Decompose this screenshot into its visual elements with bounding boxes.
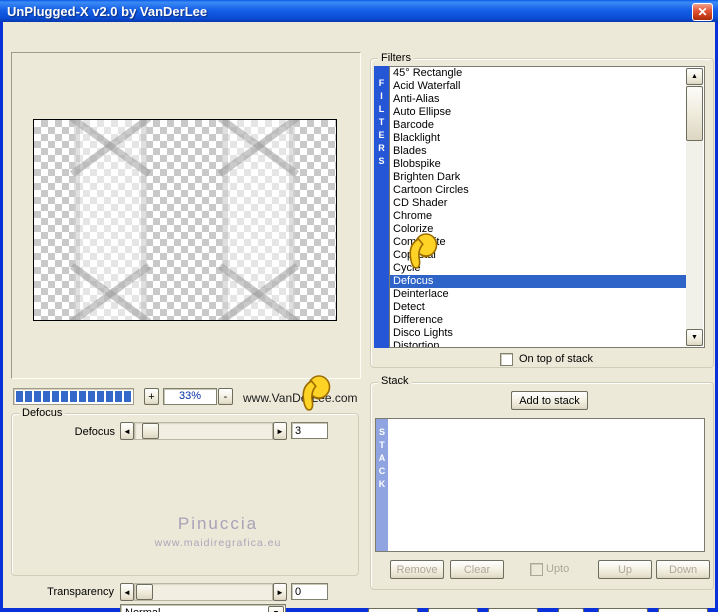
defocus-arrow-left[interactable]: ◄ <box>120 422 134 440</box>
filter-list-item[interactable]: CD Shader <box>390 197 687 210</box>
filters-side-label: FILTERS <box>378 78 385 166</box>
transparency-slider-thumb[interactable] <box>136 584 153 600</box>
blend-mode-dropdown[interactable]: Normal ▼ <box>120 604 286 612</box>
filter-list-item[interactable]: Distortion <box>390 340 687 347</box>
filter-list-item[interactable]: Acid Waterfall <box>390 80 687 93</box>
defocus-group-label: Defocus <box>19 407 66 419</box>
transparency-slider-track[interactable] <box>134 583 273 601</box>
save-button[interactable]: Save <box>428 608 478 612</box>
filter-list-item[interactable]: Deinterlace <box>390 288 687 301</box>
zoom-out-button[interactable]: - <box>218 388 233 405</box>
transparency-slider-label: Transparency <box>47 586 114 598</box>
open-button[interactable]: Open <box>368 608 418 612</box>
filter-list-item[interactable]: Defocus <box>390 275 687 288</box>
upto-label: Upto <box>546 563 570 575</box>
filter-list-item[interactable]: Blades <box>390 145 687 158</box>
dialog-content: + 33% - www.VanDerLee.com Defocus Defocu… <box>3 22 715 612</box>
clear-button[interactable]: Clear <box>450 560 504 579</box>
blend-mode-value: Normal <box>125 607 160 612</box>
scroll-up-icon[interactable]: ▲ <box>686 68 703 85</box>
titlebar[interactable]: UnPlugged-X v2.0 by VanDerLee ✕ <box>0 0 718 22</box>
add-to-stack-button[interactable]: Add to stack <box>511 391 588 410</box>
up-button[interactable]: Up <box>598 560 652 579</box>
filters-group-label: Filters <box>378 52 414 64</box>
on-top-of-stack-checkbox[interactable] <box>500 353 513 366</box>
defocus-slider-track[interactable] <box>134 422 273 440</box>
filters-side-bar: FILTERS <box>374 66 389 348</box>
progress-bar <box>13 388 134 405</box>
window-title: UnPlugged-X v2.0 by VanDerLee <box>7 3 208 19</box>
ok-button[interactable]: OK <box>658 608 708 612</box>
filter-list[interactable]: 45° Rectangle Acid Waterfall Anti-Alias Aut… <box>389 66 705 348</box>
filter-list-item[interactable]: Cartoon Circles <box>390 184 687 197</box>
filter-list-scrollbar[interactable]: ▲ ▼ <box>686 68 703 346</box>
close-icon[interactable]: ✕ <box>692 3 713 21</box>
on-top-of-stack-label: On top of stack <box>519 353 593 365</box>
pointing-hand-icon <box>409 233 438 269</box>
delete-button[interactable]: Delete <box>488 608 538 612</box>
help-button[interactable]: ? <box>558 608 584 612</box>
chevron-down-icon[interactable]: ▼ <box>268 606 284 612</box>
scrollbar-thumb[interactable] <box>686 86 703 141</box>
filter-list-item[interactable]: Blacklight <box>390 132 687 145</box>
filter-list-item[interactable]: Difference <box>390 314 687 327</box>
filter-list-item[interactable]: Detect <box>390 301 687 314</box>
pointing-hand-icon <box>302 375 331 411</box>
preview-panel <box>11 52 361 379</box>
upto-checkbox[interactable] <box>530 563 543 576</box>
filter-list-item[interactable]: Disco Lights <box>390 327 687 340</box>
watermark-site: www.maidiregrafica.eu <box>154 537 282 549</box>
filter-list-item[interactable]: Brighten Dark <box>390 171 687 184</box>
transparency-value-input[interactable] <box>291 583 328 600</box>
preview-image[interactable] <box>33 119 337 321</box>
filter-list-item[interactable]: Anti-Alias <box>390 93 687 106</box>
zoom-level: 33% <box>163 388 217 405</box>
defocus-slider-label: Defocus <box>74 426 115 438</box>
filter-list-item[interactable]: 45° Rectangle <box>390 67 687 80</box>
cancel-button[interactable]: Cancel <box>598 608 648 612</box>
filter-list-item[interactable]: Blobspike <box>390 158 687 171</box>
stack-side-label: STACK <box>378 427 386 489</box>
watermark-name: Pinuccia <box>177 514 259 533</box>
filter-list-item[interactable]: Barcode <box>390 119 687 132</box>
transparency-arrow-right[interactable]: ► <box>273 583 287 601</box>
transparency-arrow-left[interactable]: ◄ <box>120 583 134 601</box>
stack-list[interactable]: STACK <box>375 418 705 552</box>
unpluggedx-dialog: UnPlugged-X v2.0 by VanDerLee ✕ + 33% - … <box>0 0 718 612</box>
down-button[interactable]: Down <box>656 560 710 579</box>
scroll-down-icon[interactable]: ▼ <box>686 329 703 346</box>
defocus-value-input[interactable] <box>291 422 328 439</box>
defocus-slider-thumb[interactable] <box>142 423 159 439</box>
stack-group-label: Stack <box>378 375 412 387</box>
zoom-in-button[interactable]: + <box>144 388 159 405</box>
filter-list-item[interactable]: Chrome <box>390 210 687 223</box>
preview-banners-graphic <box>69 120 300 320</box>
remove-button[interactable]: Remove <box>390 560 444 579</box>
filter-list-item[interactable]: Auto Ellipse <box>390 106 687 119</box>
stack-side-bar: STACK <box>376 419 388 551</box>
defocus-arrow-right[interactable]: ► <box>273 422 287 440</box>
